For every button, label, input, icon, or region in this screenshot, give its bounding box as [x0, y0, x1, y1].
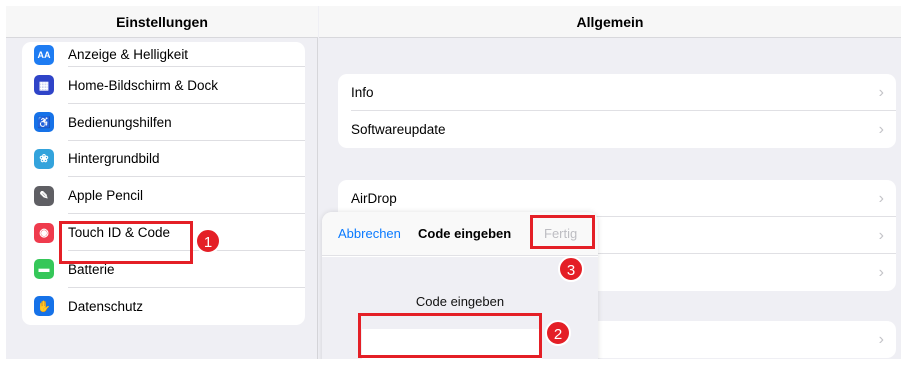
sidebar-item-label: Batterie	[68, 261, 115, 277]
battery-icon: ▬	[34, 259, 54, 280]
sidebar-item-display-brightness[interactable]: AA Anzeige & Helligkeit	[22, 42, 305, 67]
highlight-done-button	[530, 215, 595, 249]
home-screen-icon: ▦	[34, 75, 54, 96]
sidebar-item-label: Apple Pencil	[68, 188, 144, 204]
chevron-right-icon: ›	[878, 331, 884, 348]
sidebar-item-label: Anzeige & Helligkeit	[68, 47, 189, 62]
row-info[interactable]: Info ›	[338, 74, 896, 111]
sidebar-item-label: Hintergrundbild	[68, 151, 160, 167]
row-label: AirDrop	[351, 191, 397, 206]
sidebar-item-apple-pencil[interactable]: ✎ Apple Pencil	[22, 177, 305, 215]
code-prompt: Code eingeben	[415, 294, 505, 309]
row-label: Softwareupdate	[351, 122, 446, 137]
accessibility-icon: ♿	[34, 112, 54, 133]
chevron-right-icon: ›	[878, 264, 884, 281]
pencil-icon: ✎	[34, 185, 54, 206]
highlight-touch-id-code	[59, 221, 193, 264]
sidebar-item-privacy[interactable]: ✋ Datenschutz	[22, 288, 305, 325]
cancel-button[interactable]: Abbrechen	[338, 226, 401, 241]
sidebar-item-accessibility[interactable]: ♿ Bedienungshilfen	[22, 104, 305, 141]
step-badge-3: 3	[558, 256, 584, 282]
page-title: Allgemein	[319, 6, 901, 38]
sidebar-title: Einstellungen	[6, 6, 318, 38]
general-group-about: Info › Softwareupdate ›	[338, 74, 896, 148]
sidebar-item-label: Bedienungshilfen	[68, 114, 172, 130]
settings-sidebar: Einstellungen AA Anzeige & Helligkeit ▦ …	[6, 6, 318, 359]
display-brightness-icon: AA	[34, 44, 54, 65]
chevron-right-icon: ›	[878, 121, 884, 138]
highlight-passcode-input	[358, 313, 542, 358]
settings-screen: Einstellungen AA Anzeige & Helligkeit ▦ …	[6, 6, 901, 359]
step-badge-1: 1	[195, 228, 221, 254]
sidebar-item-label: Datenschutz	[68, 298, 144, 314]
chevron-right-icon: ›	[878, 227, 884, 244]
modal-title: Code eingeben	[418, 226, 512, 241]
wallpaper-icon: ❀	[34, 148, 54, 169]
sidebar-item-home-screen[interactable]: ▦ Home-Bildschirm & Dock	[22, 67, 305, 104]
step-badge-2: 2	[545, 320, 571, 346]
sidebar-item-label: Home-Bildschirm & Dock	[68, 77, 219, 93]
sidebar-item-wallpaper[interactable]: ❀ Hintergrundbild	[22, 141, 305, 178]
chevron-right-icon: ›	[878, 84, 884, 101]
fingerprint-icon: ◉	[34, 222, 54, 243]
sidebar-list: AA Anzeige & Helligkeit ▦ Home-Bildschir…	[22, 42, 305, 325]
chevron-right-icon: ›	[878, 190, 884, 207]
row-software-update[interactable]: Softwareupdate ›	[338, 111, 896, 148]
row-label: Info	[351, 85, 374, 100]
privacy-hand-icon: ✋	[34, 296, 54, 317]
